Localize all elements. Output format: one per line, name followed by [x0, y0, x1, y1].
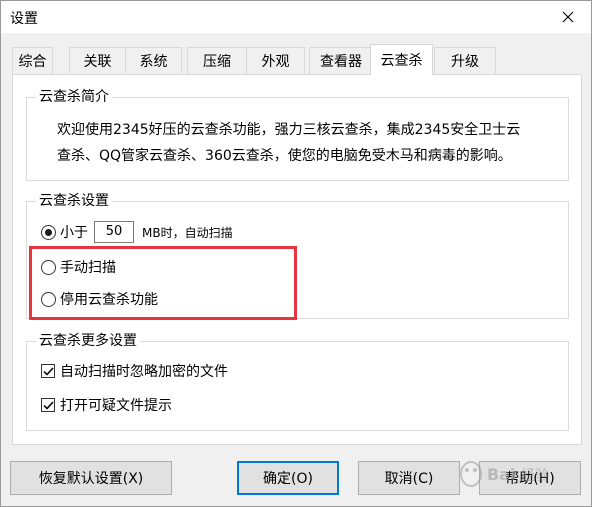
intro-line-1: 欢迎使用2345好压的云查杀功能，强力三核云查杀，集成2345安全卫士云 [57, 122, 521, 138]
option-manual-label: 手动扫描 [60, 260, 116, 276]
settings-dialog: 设置 综合 关联 系统 压缩 外观 查看器 云查杀 升级 云查杀简介 欢迎使用2… [0, 0, 592, 507]
tab-association[interactable]: 关联 [69, 47, 126, 74]
intro-description: 欢迎使用2345好压的云查杀功能，强力三核云查杀，集成2345安全卫士云 查杀、… [57, 117, 557, 169]
radio-disable[interactable] [41, 291, 56, 307]
ok-button[interactable]: 确定(O) [237, 461, 339, 495]
option-less-than-prefix: 小于 [60, 225, 88, 241]
tab-viewer[interactable]: 查看器 [309, 47, 373, 74]
radio-less-than[interactable] [41, 224, 56, 240]
option-disable-label: 停用云查杀功能 [60, 292, 158, 308]
restore-defaults-button[interactable]: 恢复默认设置(X) [10, 461, 172, 495]
skip-encrypted-row[interactable]: 自动扫描时忽略加密的文件 [41, 361, 228, 381]
cancel-button[interactable]: 取消(C) [358, 461, 460, 495]
tab-label: 云查杀 [380, 53, 423, 69]
window-title: 设置 [10, 11, 38, 27]
close-icon [562, 11, 574, 22]
tab-appearance[interactable]: 外观 [246, 47, 305, 74]
more-settings-group-title: 云查杀更多设置 [36, 332, 140, 350]
option-manual-row[interactable]: 手动扫描 [41, 257, 116, 277]
checkbox-skip-encrypted[interactable] [41, 364, 55, 378]
tab-compression[interactable]: 压缩 [187, 47, 247, 74]
tab-upgrade[interactable]: 升级 [434, 47, 496, 74]
tab-label: 关联 [83, 54, 112, 70]
skip-encrypted-label: 自动扫描时忽略加密的文件 [60, 364, 228, 380]
intro-group-title: 云查杀简介 [36, 88, 112, 106]
cloud-scan-panel: 云查杀简介 欢迎使用2345好压的云查杀功能，强力三核云查杀，集成2345安全卫… [12, 74, 582, 445]
tab-label: 系统 [139, 54, 168, 70]
tab-general[interactable]: 综合 [12, 47, 53, 74]
help-button[interactable]: 帮助(H) [479, 461, 581, 495]
tab-label: 外观 [261, 54, 290, 70]
suspicious-tip-row[interactable]: 打开可疑文件提示 [41, 395, 172, 415]
checkmark-icon [42, 366, 54, 376]
close-button[interactable] [545, 1, 591, 32]
title-bar: 设置 [1, 1, 591, 33]
settings-group-title: 云查杀设置 [36, 192, 112, 210]
checkmark-icon [42, 400, 54, 410]
tab-label: 查看器 [320, 54, 362, 70]
size-limit-input[interactable]: 50 [94, 221, 134, 243]
radio-manual[interactable] [41, 259, 56, 275]
tab-system[interactable]: 系统 [125, 47, 182, 74]
tab-cloud-scan[interactable]: 云查杀 [370, 44, 433, 75]
tab-label: 综合 [18, 54, 47, 70]
suspicious-tip-label: 打开可疑文件提示 [60, 398, 172, 414]
option-less-than-suffix: MB时，自动扫描 [142, 225, 233, 240]
checkbox-suspicious-tip[interactable] [41, 398, 55, 412]
option-disable-row[interactable]: 停用云查杀功能 [41, 289, 158, 309]
tab-label: 升级 [451, 54, 479, 70]
more-settings-group: 云查杀更多设置 [26, 332, 569, 431]
option-less-than-row: 小于 50 MB时，自动扫描 [41, 221, 233, 243]
tab-label: 压缩 [203, 54, 231, 70]
intro-line-2: 查杀、QQ管家云查杀、360云查杀，使您的电脑免受木马和病毒的影响。 [57, 148, 512, 164]
